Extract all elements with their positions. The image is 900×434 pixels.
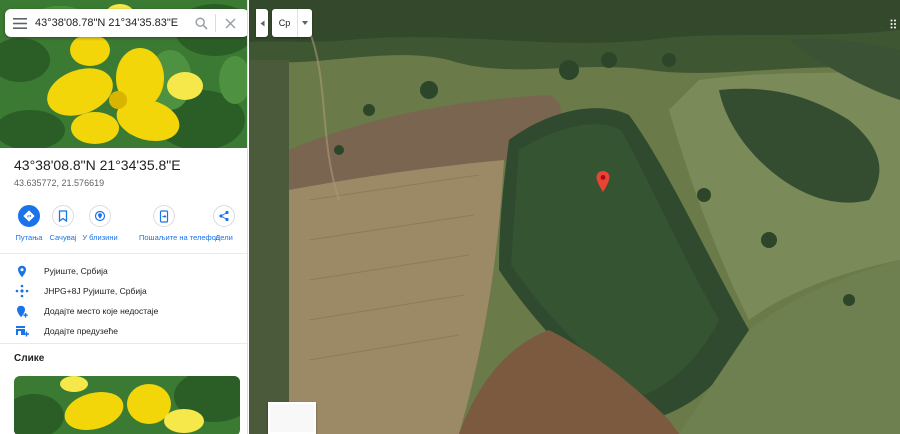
add-place-row[interactable]: Додајте место које недостаје: [0, 302, 247, 320]
add-place-icon: [0, 305, 44, 318]
bookmark-icon: [52, 205, 74, 227]
send-to-phone-label: Пошаљите на телефон: [139, 233, 221, 242]
plus-code-text: JHPG+8J Рујиште, Србија: [44, 286, 147, 296]
photos-heading: Слике: [14, 353, 45, 364]
send-to-phone-button[interactable]: Пошаљите на телефон: [139, 205, 221, 242]
add-business-icon: [0, 325, 44, 337]
address-row[interactable]: Рујиште, Србија: [0, 262, 247, 280]
place-title: 43°38'08.8"N 21°34'35.8"E: [14, 157, 181, 173]
satellite-map[interactable]: [249, 0, 900, 434]
send-to-phone-icon: [153, 205, 175, 227]
nearby-label: У близини: [82, 233, 118, 242]
share-button[interactable]: Дели: [199, 205, 247, 242]
photo-thumbnail[interactable]: [14, 376, 240, 434]
divider: [0, 253, 247, 254]
close-icon[interactable]: [216, 9, 244, 37]
menu-icon[interactable]: [5, 9, 35, 37]
add-place-text: Додајте место које недостаје: [44, 306, 159, 316]
add-business-text: Додајте предузеће: [44, 326, 118, 336]
share-icon: [213, 205, 235, 227]
language-selector[interactable]: Ср: [272, 9, 312, 37]
collapse-panel-button[interactable]: [256, 9, 268, 37]
language-value: Ср: [272, 9, 298, 37]
side-panel: 43°38'08.8"N 21°34'35.8"E 43.635772, 21.…: [0, 0, 248, 434]
plus-code-icon: [0, 284, 44, 298]
address-text: Рујиште, Србија: [44, 266, 108, 276]
location-pin-icon: [0, 265, 44, 278]
directions-icon: [18, 205, 40, 227]
collapse-arrow-icon: [260, 14, 265, 32]
place-coordinates: 43.635772, 21.576619: [14, 178, 105, 188]
apps-grid-icon[interactable]: [890, 16, 898, 29]
add-business-row[interactable]: Додајте предузеће: [0, 322, 247, 340]
action-bar: Путања Сачувај У близини Пошаљите на тел…: [0, 205, 247, 247]
share-label: Дели: [215, 233, 233, 242]
nearby-icon: [89, 205, 111, 227]
nearby-button[interactable]: У близини: [75, 205, 125, 242]
map-marker-icon[interactable]: [595, 170, 611, 194]
layers-thumbnail[interactable]: [268, 402, 316, 434]
chevron-down-icon[interactable]: [298, 21, 312, 25]
search-icon[interactable]: [187, 9, 215, 37]
search-input[interactable]: [35, 17, 187, 29]
plus-code-row[interactable]: JHPG+8J Рујиште, Србија: [0, 282, 247, 300]
divider: [0, 343, 247, 344]
search-box: [5, 9, 247, 37]
